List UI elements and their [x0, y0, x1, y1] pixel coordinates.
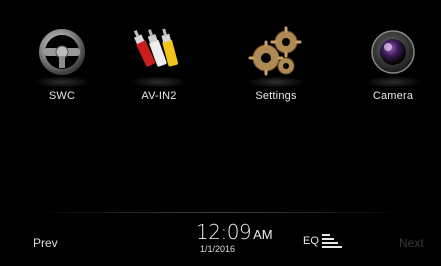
clock-time: 12:09 — [196, 220, 252, 244]
gears-icon — [246, 22, 306, 88]
swc-app-button[interactable]: SWC — [17, 22, 107, 102]
bottom-divider — [30, 212, 411, 213]
bottom-bar: Prev 12:09 AM 1/1/2016 EQ Next — [0, 214, 441, 266]
camera-label: Camera — [372, 90, 414, 102]
swc-label: SWC — [48, 90, 76, 102]
av-in2-label: AV-IN2 — [141, 90, 177, 102]
equalizer-bars-icon — [321, 234, 342, 248]
steering-wheel-icon — [32, 22, 92, 88]
av-in2-app-button[interactable]: AV-IN2 — [114, 22, 204, 102]
next-button[interactable]: Next — [399, 236, 424, 250]
clock-date: 1/1/2016 — [200, 244, 236, 254]
av-cables-icon — [129, 22, 189, 88]
camera-app-button[interactable]: Camera — [348, 22, 438, 102]
prev-button[interactable]: Prev — [33, 236, 58, 250]
settings-app-button[interactable]: Settings — [231, 22, 321, 102]
eq-label: EQ — [303, 235, 319, 247]
camera-lens-icon — [363, 22, 423, 88]
settings-label: Settings — [255, 90, 297, 102]
home-screen: SWC AV-IN2 Settings Camera Prev 12:09 AM… — [0, 0, 441, 266]
eq-button[interactable]: EQ — [303, 234, 342, 248]
clock-ampm: AM — [253, 227, 273, 242]
clock: 12:09 AM 1/1/2016 — [196, 220, 286, 254]
